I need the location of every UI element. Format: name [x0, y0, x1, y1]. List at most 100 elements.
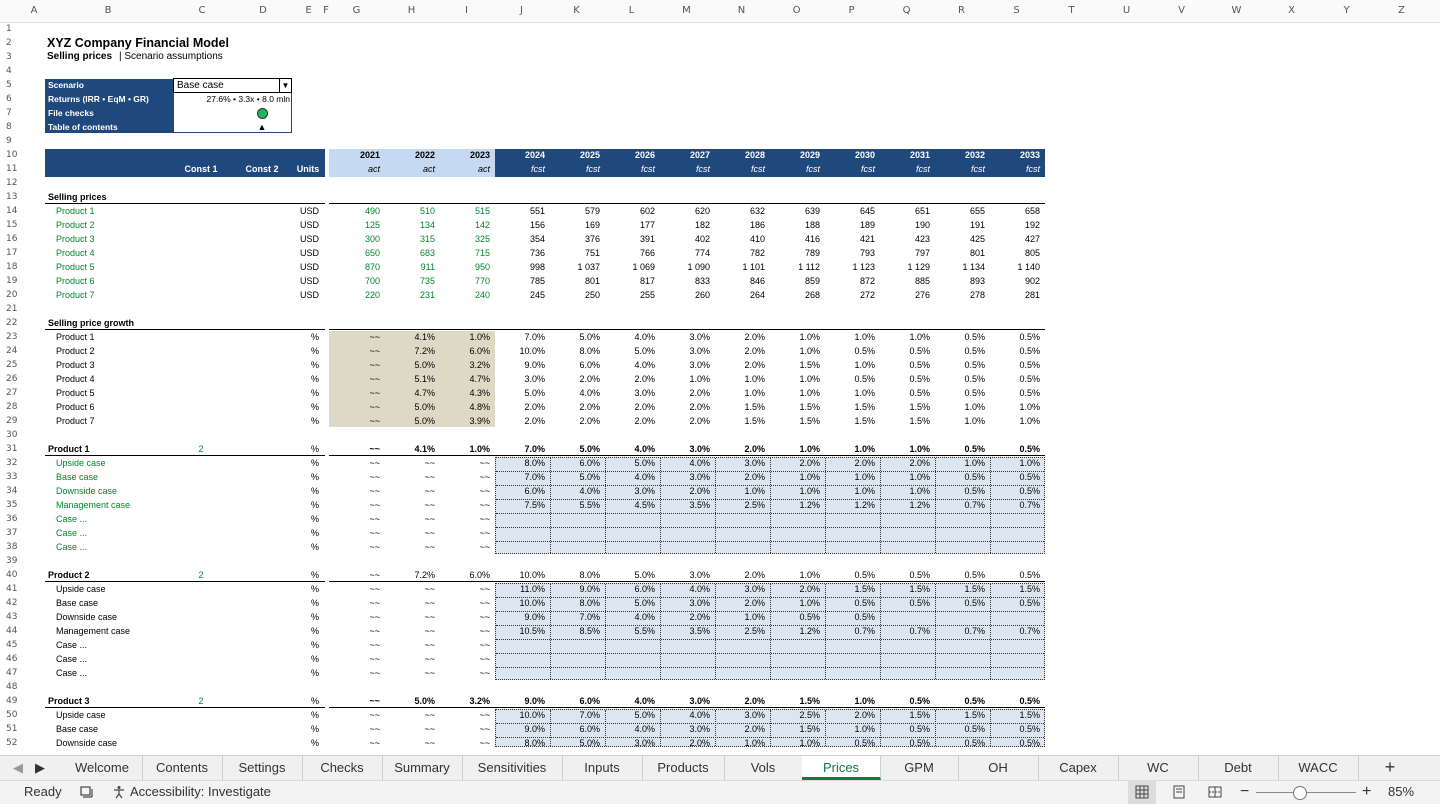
value-cell[interactable]: 797: [879, 246, 930, 260]
row-number[interactable]: 27: [0, 386, 30, 400]
value-cell[interactable]: 3.0%: [659, 568, 710, 582]
row-label[interactable]: Product 2: [56, 344, 176, 358]
value-cell[interactable]: 833: [659, 274, 710, 288]
const1-value[interactable]: 2: [172, 694, 230, 708]
value-cell[interactable]: 1.5%: [769, 358, 820, 372]
value-cell[interactable]: 0.7%: [879, 624, 930, 638]
value-cell[interactable]: 0.5%: [989, 736, 1040, 750]
value-cell[interactable]: 1.2%: [879, 498, 930, 512]
value-cell[interactable]: 801: [934, 246, 985, 260]
value-cell[interactable]: ~~: [329, 358, 380, 372]
value-cell[interactable]: [934, 512, 985, 526]
value-cell[interactable]: [604, 540, 655, 554]
value-cell[interactable]: 2.0%: [714, 442, 765, 456]
value-cell[interactable]: 1.5%: [769, 400, 820, 414]
value-cell[interactable]: [769, 540, 820, 554]
units-value[interactable]: %: [294, 596, 319, 610]
units-value[interactable]: %: [294, 610, 319, 624]
value-cell[interactable]: [824, 512, 875, 526]
sheet-tab-wacc[interactable]: WACC: [1278, 756, 1359, 780]
value-cell[interactable]: 1.0%: [769, 442, 820, 456]
row-number[interactable]: 4: [0, 64, 30, 78]
value-cell[interactable]: 770: [439, 274, 490, 288]
value-cell[interactable]: ~~: [384, 666, 435, 680]
row-number[interactable]: 3: [0, 50, 30, 64]
row-number[interactable]: 1: [0, 22, 30, 36]
value-cell[interactable]: 3.0%: [659, 442, 710, 456]
row-label[interactable]: Base case: [56, 722, 176, 736]
value-cell[interactable]: 551: [494, 204, 545, 218]
value-cell[interactable]: 3.0%: [659, 344, 710, 358]
units-value[interactable]: %: [294, 400, 319, 414]
value-cell[interactable]: [769, 666, 820, 680]
value-cell[interactable]: 4.7%: [384, 386, 435, 400]
value-cell[interactable]: 7.2%: [384, 568, 435, 582]
value-cell[interactable]: 846: [714, 274, 765, 288]
value-cell[interactable]: 5.0%: [384, 414, 435, 428]
value-cell[interactable]: ~~: [439, 652, 490, 666]
value-cell[interactable]: 3.2%: [439, 358, 490, 372]
spreadsheet-grid[interactable]: 1 2 3 4 5 6 7 8 9 10 11 12 13 14 15 16 17 18 19 20 21 22 23 24 2…: [0, 0, 1440, 755]
value-cell[interactable]: 0.5%: [989, 722, 1040, 736]
value-cell[interactable]: [989, 512, 1040, 526]
row-label[interactable]: Selling prices: [48, 190, 168, 204]
value-cell[interactable]: [549, 512, 600, 526]
value-cell[interactable]: 5.0%: [604, 344, 655, 358]
value-cell[interactable]: 911: [384, 260, 435, 274]
value-cell[interactable]: 4.0%: [659, 582, 710, 596]
value-cell[interactable]: 998: [494, 260, 545, 274]
value-cell[interactable]: 410: [714, 232, 765, 246]
value-cell[interactable]: 8.5%: [549, 624, 600, 638]
value-cell[interactable]: 2.0%: [549, 400, 600, 414]
row-number[interactable]: 23: [0, 330, 30, 344]
value-cell[interactable]: 1.0%: [714, 386, 765, 400]
value-cell[interactable]: 2.0%: [769, 582, 820, 596]
row-number[interactable]: 40: [0, 568, 30, 582]
value-cell[interactable]: 1.5%: [714, 414, 765, 428]
row-label[interactable]: Case ...: [56, 512, 176, 526]
value-cell[interactable]: ~~: [439, 666, 490, 680]
value-cell[interactable]: 1.5%: [769, 414, 820, 428]
value-cell[interactable]: 0.5%: [934, 386, 985, 400]
sheet-tab-capex[interactable]: Capex: [1038, 756, 1119, 780]
value-cell[interactable]: ~~: [439, 722, 490, 736]
value-cell[interactable]: 2.0%: [714, 568, 765, 582]
value-cell[interactable]: 4.0%: [549, 386, 600, 400]
value-cell[interactable]: ~~: [329, 372, 380, 386]
value-cell[interactable]: ~~: [329, 638, 380, 652]
value-cell[interactable]: 766: [604, 246, 655, 260]
units-value[interactable]: %: [294, 344, 319, 358]
value-cell[interactable]: 4.0%: [604, 330, 655, 344]
value-cell[interactable]: ~~: [439, 582, 490, 596]
value-cell[interactable]: 3.5%: [659, 624, 710, 638]
row-number[interactable]: 43: [0, 610, 30, 624]
value-cell[interactable]: 2.0%: [604, 372, 655, 386]
value-cell[interactable]: ~~: [439, 736, 490, 750]
units-value[interactable]: USD: [294, 274, 319, 288]
value-cell[interactable]: 3.9%: [439, 414, 490, 428]
value-cell[interactable]: 2.0%: [714, 722, 765, 736]
value-cell[interactable]: [989, 652, 1040, 666]
value-cell[interactable]: 789: [769, 246, 820, 260]
value-cell[interactable]: 1 069: [604, 260, 655, 274]
value-cell[interactable]: ~~: [384, 456, 435, 470]
value-cell[interactable]: 0.7%: [989, 624, 1040, 638]
value-cell[interactable]: 1.0%: [769, 386, 820, 400]
row-number[interactable]: 15: [0, 218, 30, 232]
value-cell[interactable]: 0.5%: [934, 372, 985, 386]
value-cell[interactable]: 1.0%: [714, 736, 765, 750]
units-value[interactable]: %: [294, 512, 319, 526]
value-cell[interactable]: [659, 638, 710, 652]
value-cell[interactable]: 1.5%: [879, 708, 930, 722]
value-cell[interactable]: 1.0%: [989, 414, 1040, 428]
value-cell[interactable]: 2.5%: [714, 498, 765, 512]
value-cell[interactable]: [879, 652, 930, 666]
value-cell[interactable]: ~~: [439, 456, 490, 470]
value-cell[interactable]: 1.0%: [824, 358, 875, 372]
value-cell[interactable]: [879, 512, 930, 526]
value-cell[interactable]: [824, 540, 875, 554]
column-header-a[interactable]: A: [24, 4, 44, 18]
units-value[interactable]: %: [294, 638, 319, 652]
value-cell[interactable]: 1.0%: [879, 470, 930, 484]
value-cell[interactable]: [494, 540, 545, 554]
